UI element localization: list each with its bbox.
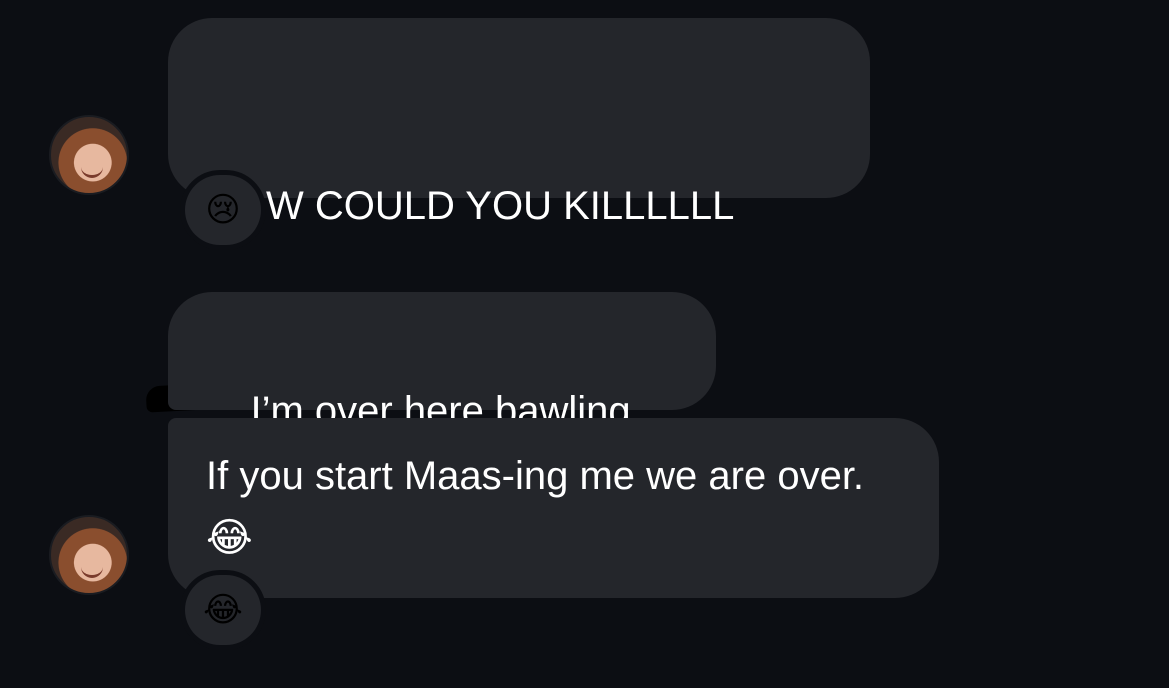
crying-face-reaction-icon: 😢: [185, 175, 261, 245]
message-bubble[interactable]: I’m over here bawling.: [168, 292, 716, 433]
message-text: If you start Maas-ing me we are over.: [206, 454, 876, 498]
message-reaction[interactable]: 😢: [180, 170, 266, 250]
tears-of-joy-reaction-icon: 😂: [185, 575, 261, 645]
message-bubble[interactable]: If you start Maas-ing me we are over. 😂: [168, 418, 939, 598]
tears-of-joy-emoji-icon: 😂: [206, 516, 253, 561]
message-reaction[interactable]: 😂: [180, 570, 266, 650]
sender-avatar[interactable]: [49, 115, 129, 195]
sender-avatar[interactable]: [49, 515, 129, 595]
message-text: HOW COULD YOU KILLLLLL: [206, 184, 735, 228]
message-bubble[interactable]: HOW COULD YOU KILLLLLL 😭: [168, 18, 870, 406]
chat-thread: HOW COULD YOU KILLLLLL 😭 😢 I’m over here…: [0, 0, 1169, 688]
